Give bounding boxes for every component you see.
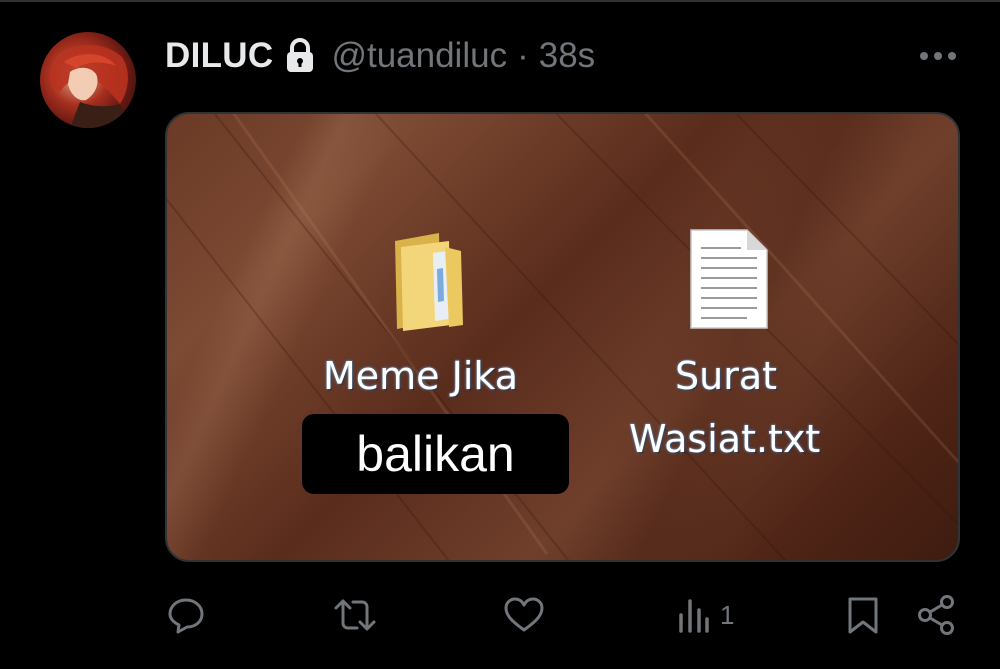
tweet[interactable]: DILUC @tuandiluc · 38s Meme Jika balikan… — [0, 0, 1000, 669]
views-icon — [679, 599, 709, 633]
folder-label-highlight: balikan — [302, 414, 569, 494]
tweet-actions: 1 — [0, 587, 1000, 643]
share-icon — [918, 595, 954, 635]
tweet-header: DILUC @tuandiluc · 38s — [165, 32, 595, 80]
reply-icon — [168, 598, 204, 634]
display-name[interactable]: DILUC — [165, 36, 273, 76]
folder-label: Meme Jika — [323, 354, 519, 398]
share-button[interactable] — [916, 587, 958, 643]
like-button[interactable] — [503, 587, 545, 643]
folder-icon[interactable] — [389, 229, 469, 334]
file-label-line2: Wasiat.txt — [629, 417, 821, 461]
text-file-icon[interactable] — [687, 226, 771, 332]
lock-icon — [285, 38, 315, 74]
retweet-icon — [334, 599, 376, 631]
reply-button[interactable] — [166, 587, 206, 643]
avatar[interactable] — [40, 32, 136, 128]
separator-dot: · — [517, 36, 529, 75]
desktop-wallpaper — [167, 114, 958, 560]
handle[interactable]: @tuandiluc — [331, 36, 507, 76]
views-button[interactable]: 1 — [676, 587, 734, 643]
more-button[interactable] — [915, 38, 961, 74]
timestamp[interactable]: 38s — [539, 36, 595, 76]
more-dots-icon — [920, 52, 956, 60]
heart-icon — [504, 597, 544, 632]
bookmark-icon — [848, 597, 878, 634]
tweet-media-image[interactable]: Meme Jika balikan Surat Wasiat.txt — [165, 112, 960, 562]
retweet-button[interactable] — [333, 587, 377, 643]
bookmark-button[interactable] — [846, 587, 880, 643]
file-label: Surat — [675, 354, 778, 398]
views-count: 1 — [720, 599, 735, 630]
